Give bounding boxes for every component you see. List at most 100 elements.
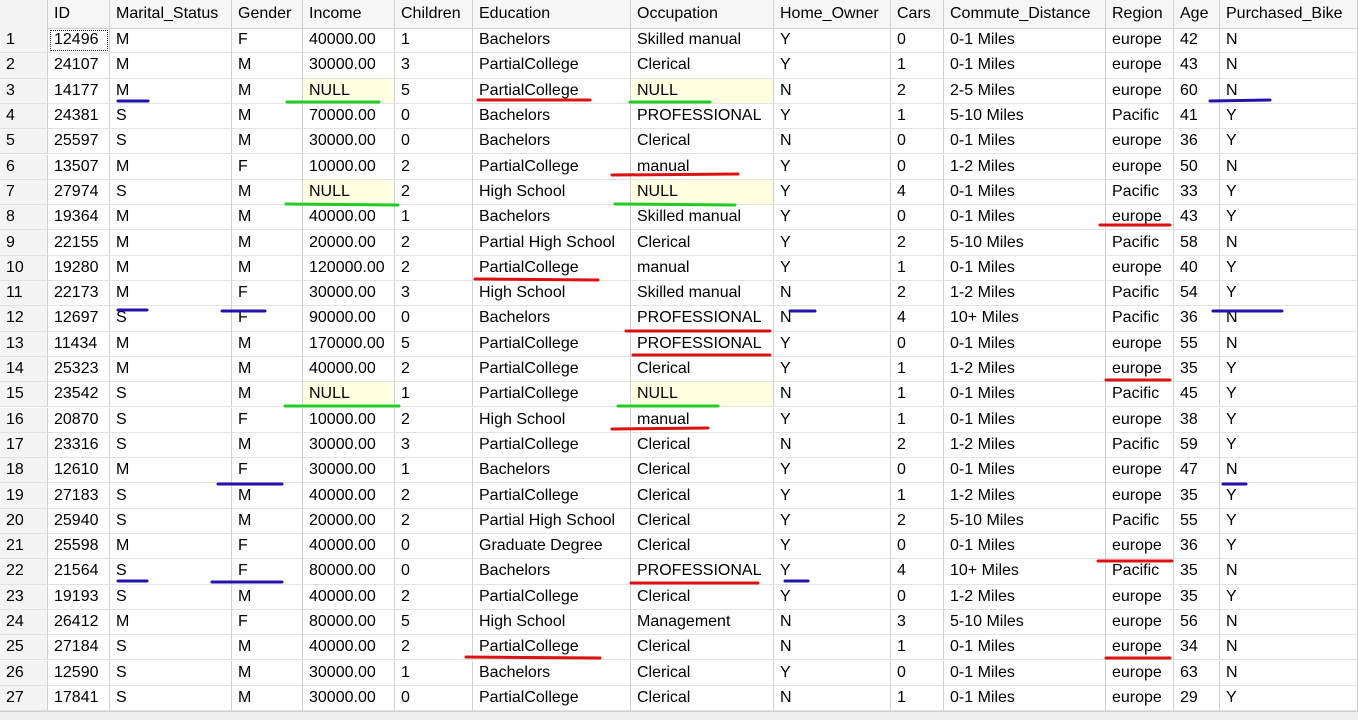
cell-occupation[interactable]: Clerical <box>631 53 774 79</box>
cell-gender[interactable]: M <box>232 660 303 686</box>
cell-education[interactable]: High School <box>473 281 631 307</box>
cell-commute-distance[interactable]: 0-1 Miles <box>944 331 1106 357</box>
cell-age[interactable]: 56 <box>1174 609 1220 636</box>
cell-education[interactable]: PartialCollege <box>473 78 631 104</box>
cell-id[interactable]: 22173 <box>48 281 110 307</box>
cell-gender[interactable]: F <box>232 534 303 560</box>
cell-age[interactable]: 63 <box>1174 660 1220 686</box>
cell-age[interactable]: 34 <box>1174 635 1220 661</box>
cell-income[interactable]: 30000.00 <box>303 432 395 459</box>
cell-region[interactable]: europe <box>1106 255 1174 281</box>
cell-gender[interactable]: M <box>232 129 303 155</box>
cell-marital-status[interactable]: M <box>110 28 232 54</box>
cell-cars[interactable]: 1 <box>891 407 944 433</box>
cell-age[interactable]: 45 <box>1174 382 1220 408</box>
cell-education[interactable]: PartialCollege <box>473 584 631 610</box>
cell-row-number[interactable]: 19 <box>0 483 48 509</box>
cell-row-number[interactable]: 3 <box>0 78 48 104</box>
table-row[interactable]: 8 19364 M M 40000.00 1 Bachelors Skilled manual… <box>0 205 1358 231</box>
cell-income[interactable]: NULL <box>303 382 395 408</box>
cell-gender[interactable]: F <box>232 306 303 332</box>
cell-gender[interactable]: M <box>232 685 303 712</box>
cell-children[interactable]: 1 <box>395 28 473 54</box>
cell-commute-distance[interactable]: 0-1 Miles <box>944 660 1106 686</box>
cell-children[interactable]: 1 <box>395 205 473 231</box>
cell-commute-distance[interactable]: 1-2 Miles <box>944 281 1106 307</box>
cell-home-owner[interactable]: Y <box>774 331 891 357</box>
cell-commute-distance[interactable]: 1-2 Miles <box>944 483 1106 509</box>
cell-commute-distance[interactable]: 10+ Miles <box>944 306 1106 332</box>
cell-commute-distance[interactable]: 0-1 Miles <box>944 382 1106 408</box>
cell-row-number[interactable]: 1 <box>0 28 48 54</box>
table-row[interactable]: 14 25323 M M 40000.00 2 PartialCollege Clerical… <box>0 356 1358 383</box>
cell-id[interactable]: 23542 <box>48 382 110 408</box>
cell-income[interactable]: 30000.00 <box>303 458 395 484</box>
cell-region[interactable]: europe <box>1106 205 1174 231</box>
cell-region[interactable]: Pacific <box>1106 281 1174 307</box>
cell-home-owner[interactable]: Y <box>774 53 891 79</box>
cell-id[interactable]: 25940 <box>48 508 110 534</box>
table-row[interactable]: 7 27974 S M NULL 2 High School NULL Y 4 0-1 Miles P… <box>0 179 1358 206</box>
cell-education[interactable]: High School <box>473 179 631 206</box>
cell-row-number[interactable]: 5 <box>0 129 48 155</box>
cell-gender[interactable]: F <box>232 609 303 636</box>
cell-region[interactable]: europe <box>1106 331 1174 357</box>
cell-cars[interactable]: 1 <box>891 685 944 712</box>
cell-home-owner[interactable]: Y <box>774 179 891 206</box>
cell-row-number[interactable]: 2 <box>0 53 48 79</box>
cell-children[interactable]: 2 <box>395 154 473 180</box>
cell-purchased-bike[interactable]: N <box>1220 154 1358 180</box>
cell-region[interactable]: Pacific <box>1106 559 1174 585</box>
cell-region[interactable]: Pacific <box>1106 382 1174 408</box>
table-row[interactable]: 15 23542 S M NULL 1 PartialCollege NULL N 1 0-1 Mi… <box>0 382 1358 408</box>
cell-education[interactable]: PartialCollege <box>473 53 631 79</box>
cell-cars[interactable]: 0 <box>891 331 944 357</box>
table-row[interactable]: 10 19280 M M 120000.00 2 PartialCollege manual Y… <box>0 255 1358 281</box>
cell-gender[interactable]: M <box>232 356 303 383</box>
cell-age[interactable]: 33 <box>1174 179 1220 206</box>
cell-region[interactable]: europe <box>1106 53 1174 79</box>
cell-commute-distance[interactable]: 10+ Miles <box>944 559 1106 585</box>
column-header-children[interactable]: Children <box>395 0 473 28</box>
cell-purchased-bike[interactable]: Y <box>1220 356 1358 383</box>
cell-children[interactable]: 0 <box>395 559 473 585</box>
table-row[interactable]: 12 12697 S F 90000.00 0 Bachelors PROFESSIONAL N… <box>0 306 1358 332</box>
cell-id[interactable]: 12590 <box>48 660 110 686</box>
cell-row-number[interactable]: 25 <box>0 635 48 661</box>
cell-gender[interactable]: F <box>232 407 303 433</box>
cell-education[interactable]: Graduate Degree <box>473 534 631 560</box>
cell-purchased-bike[interactable]: N <box>1220 230 1358 256</box>
cell-marital-status[interactable]: M <box>110 255 232 281</box>
cell-occupation[interactable]: Clerical <box>631 534 774 560</box>
cell-cars[interactable]: 1 <box>891 483 944 509</box>
cell-children[interactable]: 2 <box>395 407 473 433</box>
cell-education[interactable]: PartialCollege <box>473 356 631 383</box>
cell-cars[interactable]: 0 <box>891 458 944 484</box>
cell-id[interactable]: 19193 <box>48 584 110 610</box>
cell-gender[interactable]: M <box>232 103 303 130</box>
cell-home-owner[interactable]: Y <box>774 28 891 54</box>
cell-commute-distance[interactable]: 0-1 Miles <box>944 179 1106 206</box>
cell-education[interactable]: PartialCollege <box>473 635 631 661</box>
cell-home-owner[interactable]: Y <box>774 660 891 686</box>
cell-id[interactable]: 27183 <box>48 483 110 509</box>
cell-children[interactable]: 5 <box>395 609 473 636</box>
cell-row-number[interactable]: 27 <box>0 685 48 712</box>
cell-age[interactable]: 38 <box>1174 407 1220 433</box>
cell-home-owner[interactable]: N <box>774 609 891 636</box>
cell-marital-status[interactable]: S <box>110 432 232 459</box>
cell-commute-distance[interactable]: 0-1 Miles <box>944 685 1106 712</box>
cell-gender[interactable]: M <box>232 230 303 256</box>
cell-region[interactable]: europe <box>1106 685 1174 712</box>
cell-purchased-bike[interactable]: N <box>1220 331 1358 357</box>
cell-income[interactable]: 40000.00 <box>303 635 395 661</box>
cell-cars[interactable]: 1 <box>891 103 944 130</box>
cell-home-owner[interactable]: N <box>774 281 891 307</box>
table-row[interactable]: 6 13507 M F 10000.00 2 PartialCollege manual Y 0 1… <box>0 154 1358 180</box>
cell-gender[interactable]: M <box>232 255 303 281</box>
cell-cars[interactable]: 0 <box>891 660 944 686</box>
cell-region[interactable]: europe <box>1106 483 1174 509</box>
cell-id[interactable]: 19280 <box>48 255 110 281</box>
header-corner[interactable] <box>0 0 48 28</box>
cell-id[interactable]: 19364 <box>48 205 110 231</box>
